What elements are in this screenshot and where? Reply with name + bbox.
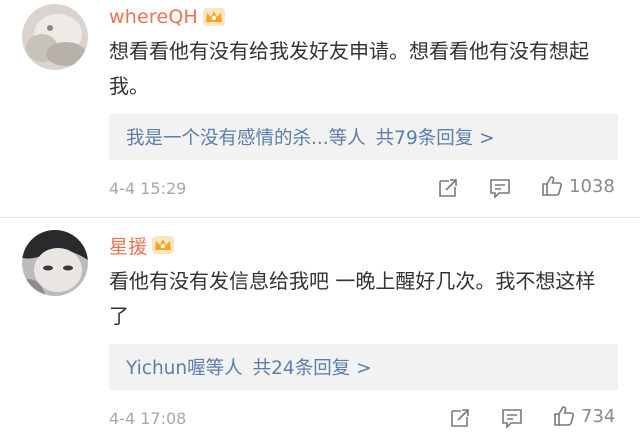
reply-etc: 等人 (205, 358, 243, 379)
thumbs-up-icon (554, 406, 574, 426)
username-row: 星援 (109, 232, 175, 258)
like-count: 1038 (569, 175, 615, 197)
comment-icon (502, 409, 522, 429)
comment-icon (490, 179, 510, 199)
reply-count: 共79条回复 > (375, 128, 495, 149)
username-row: whereQH (109, 4, 226, 30)
timestamp: 4-4 17:08 (109, 409, 187, 428)
crown-badge-icon (151, 235, 175, 255)
like-button[interactable]: 1038 (540, 174, 615, 198)
reply-users: Yichun喔 (126, 358, 206, 379)
comment-button[interactable] (500, 406, 524, 430)
comment-text: 想看看他有没有给我发好友申请。想看看他有没有想起我。 (109, 39, 589, 98)
username[interactable]: whereQH (109, 6, 198, 28)
like-button[interactable]: 734 (552, 404, 615, 428)
forward-button[interactable] (448, 406, 472, 430)
comment-text: 看他有没有发信息给我吧 一晚上醒好几次。我不想这样了 (109, 269, 596, 328)
replies-link[interactable]: Yichun喔 等人 共24条回复 > (109, 344, 618, 390)
thumbs-up-icon (542, 176, 562, 196)
reply-etc: 等人 (328, 128, 366, 149)
comment-item: whereQH 想看看他有没有给我发好友申请。想看看他有没有想起我。 我是一个没… (0, 0, 640, 218)
forward-button[interactable] (436, 176, 460, 200)
reply-users: 我是一个没有感情的杀... (126, 128, 329, 149)
like-count: 734 (581, 405, 616, 427)
username[interactable]: 星援 (109, 232, 147, 259)
timestamp: 4-4 15:29 (109, 179, 187, 198)
replies-link[interactable]: 我是一个没有感情的杀... 等人 共79条回复 > (109, 114, 618, 160)
forward-icon (451, 409, 469, 427)
comment-item: 星援 看他有没有发信息给我吧 一晚上醒好几次。我不想这样了 Yichun喔 等人… (0, 218, 640, 437)
comment-button[interactable] (488, 176, 512, 200)
forward-icon (439, 179, 457, 197)
avatar[interactable] (22, 230, 88, 296)
crown-badge-icon (202, 7, 226, 27)
avatar[interactable] (22, 4, 88, 70)
reply-count: 共24条回复 > (252, 358, 372, 379)
